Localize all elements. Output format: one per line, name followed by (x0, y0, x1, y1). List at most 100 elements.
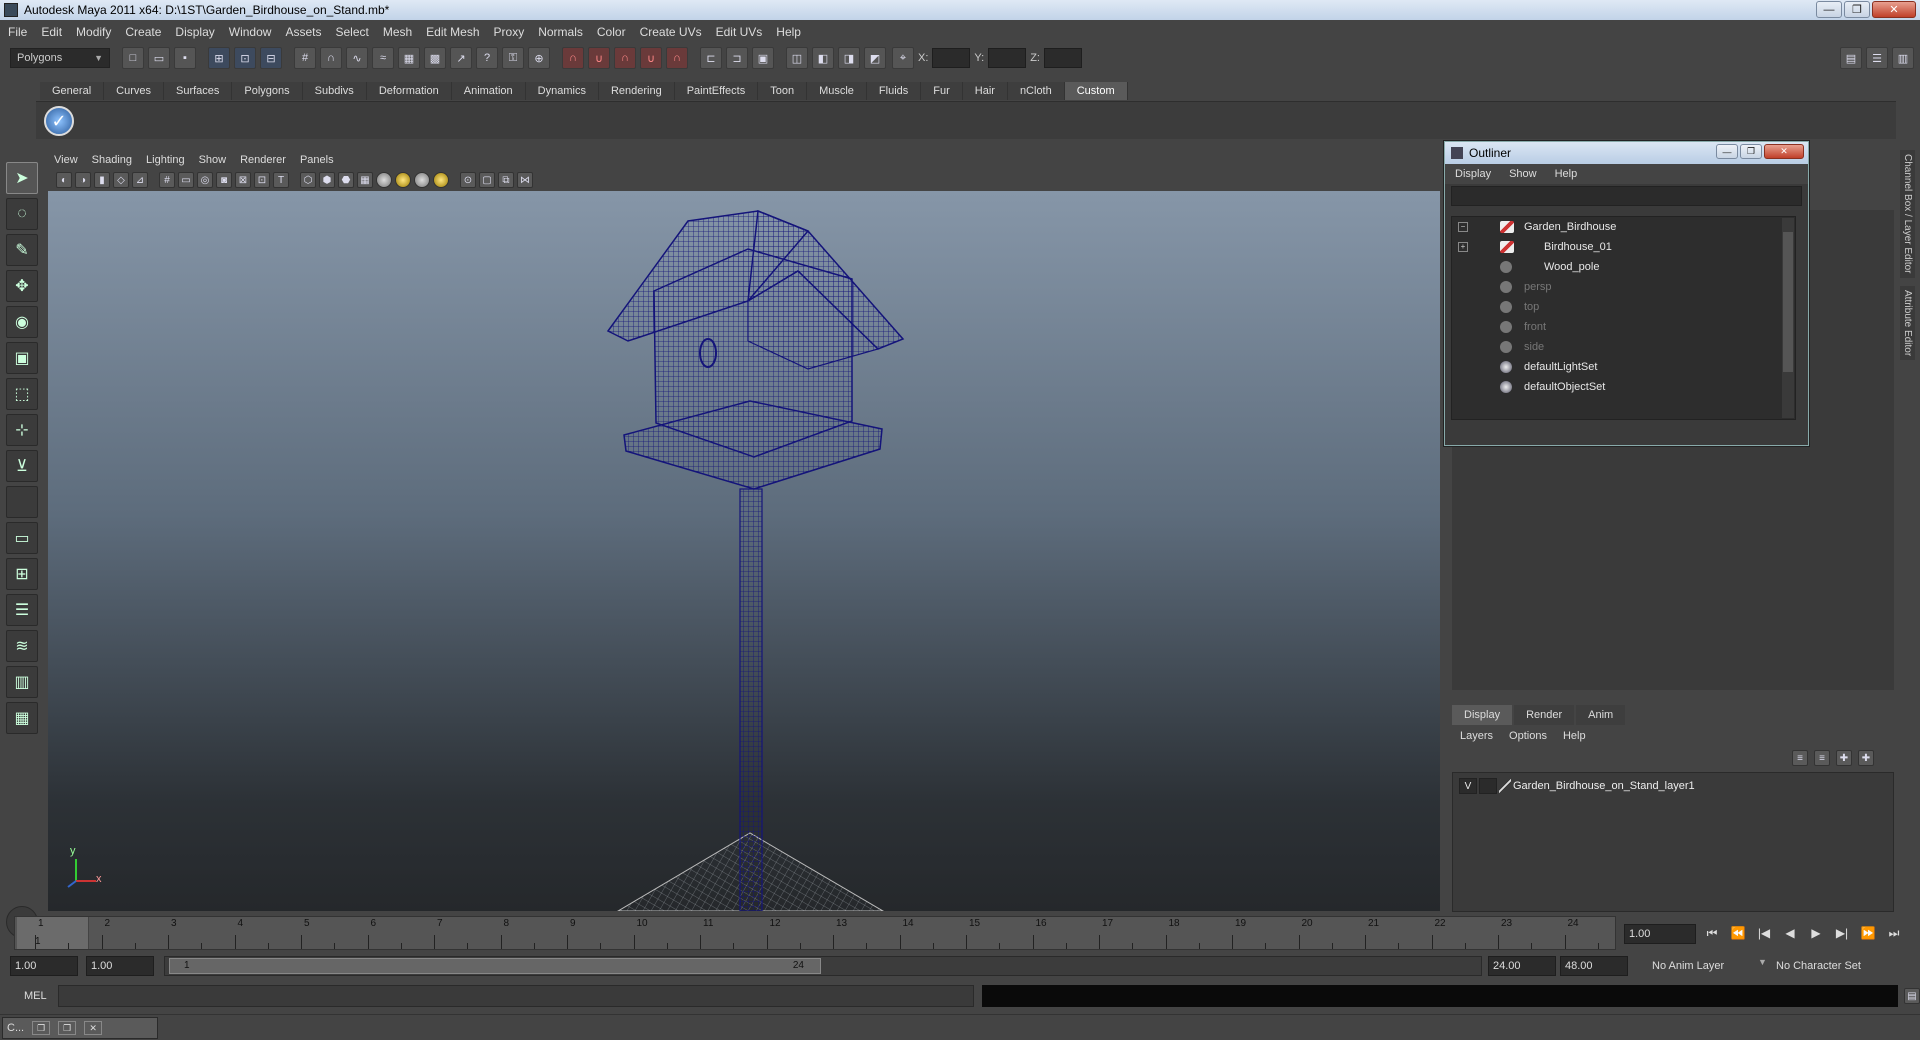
menu-display[interactable]: Display (175, 25, 214, 39)
time-slider[interactable]: 1 1 2 3 4 5 6 7 8 9 10 11 12 13 14 15 16 17 18 19 20 21 22 23 2… (14, 916, 1616, 950)
playback-end-field[interactable]: 24.00 (1488, 956, 1556, 976)
outliner-filter-input[interactable] (1451, 186, 1802, 206)
default-lighting-icon[interactable] (376, 172, 392, 188)
outliner-layout-icon[interactable]: ☰ (6, 594, 38, 626)
outliner-menu-display[interactable]: Display (1455, 168, 1491, 180)
snap-surface-icon[interactable]: ▦ (398, 47, 420, 69)
image-plane-icon[interactable]: ◇ (113, 172, 129, 188)
shelf-tab-painteffects[interactable]: PaintEffects (674, 82, 759, 100)
xray-icon[interactable]: ▢ (479, 172, 495, 188)
minimize-button[interactable]: — (1816, 1, 1842, 18)
layer-tab-display[interactable]: Display (1452, 705, 1513, 725)
snap-together-icon[interactable]: ∪ (588, 47, 610, 69)
collapse-icon[interactable]: − (1458, 222, 1468, 232)
menu-edit-mesh[interactable]: Edit Mesh (426, 25, 479, 39)
menu-modify[interactable]: Modify (76, 25, 111, 39)
last-tool-icon[interactable]: ⊻ (6, 450, 38, 482)
safe-title-icon[interactable]: T (273, 172, 289, 188)
maximize-button[interactable]: ❐ (1844, 1, 1870, 18)
menu-file[interactable]: File (8, 25, 27, 39)
shelf-tab-deformation[interactable]: Deformation (366, 82, 452, 100)
shelf-tab-general[interactable]: General (40, 82, 105, 100)
snap-grid-icon[interactable]: # (294, 47, 316, 69)
step-back-frame-icon[interactable]: |◀ (1752, 922, 1776, 944)
z-input[interactable] (1043, 48, 1082, 68)
outliner-vertical-scrollbar[interactable] (1782, 218, 1794, 418)
ipr-render-icon[interactable]: ◧ (812, 47, 834, 69)
outliner-minimize-button[interactable]: — (1716, 144, 1738, 159)
single-view-layout-icon[interactable]: ▭ (6, 522, 38, 554)
select-hierarchy-icon[interactable]: ⊞ (208, 47, 230, 69)
snap-vertex-icon[interactable]: ∩ (666, 47, 688, 69)
rotate-tool-icon[interactable]: ◉ (6, 306, 38, 338)
save-scene-icon[interactable]: ▪ (174, 47, 196, 69)
menu-edit-uvs[interactable]: Edit UVs (716, 25, 763, 39)
channel-box-icon[interactable]: ☰ (1866, 47, 1888, 69)
outliner-item[interactable]: top (1452, 297, 1795, 317)
new-scene-icon[interactable]: □ (122, 47, 144, 69)
backface-icon[interactable]: ⋈ (517, 172, 533, 188)
menu-assets[interactable]: Assets (285, 25, 321, 39)
wireframe-icon[interactable]: ⬡ (300, 172, 316, 188)
snap-align-icon[interactable]: ∩ (614, 47, 636, 69)
outliner-item[interactable]: persp (1452, 277, 1795, 297)
shelf-tab-dynamics[interactable]: Dynamics (525, 82, 599, 100)
input-ops-icon[interactable]: ⊕ (528, 47, 550, 69)
range-slider-track[interactable]: 1 24 (164, 956, 1482, 976)
play-backwards-icon[interactable]: ◀ (1778, 922, 1802, 944)
playback-start-field[interactable]: 1.00 (86, 956, 154, 976)
four-view-layout-icon[interactable]: ⊞ (6, 558, 38, 590)
shelf-tab-hair[interactable]: Hair (962, 82, 1008, 100)
shelf-tab-fur[interactable]: Fur (921, 82, 963, 100)
vp-menu-renderer[interactable]: Renderer (240, 154, 286, 166)
field-chart-icon[interactable]: ⊠ (235, 172, 251, 188)
character-set-dropdown[interactable]: No Character Set (1772, 956, 1882, 976)
x-input[interactable] (932, 48, 971, 68)
open-scene-icon[interactable]: ▭ (148, 47, 170, 69)
manipulator-icon[interactable]: ⬚ (6, 378, 38, 410)
vp-menu-lighting[interactable]: Lighting (146, 154, 185, 166)
camera-attr-icon[interactable]: ◑ (75, 172, 91, 188)
menu-normals[interactable]: Normals (538, 25, 583, 39)
animation-start-field[interactable]: 1.00 (10, 956, 78, 976)
chevron-down-icon[interactable]: ▼ (1758, 957, 1767, 967)
expand-icon[interactable]: + (1458, 242, 1468, 252)
new-layer-selected-icon[interactable]: ✚ (1858, 750, 1874, 766)
xray-joints-icon[interactable]: ⧉ (498, 172, 514, 188)
step-back-key-icon[interactable]: ⏪ (1726, 922, 1750, 944)
outliner-close-button[interactable]: ✕ (1764, 144, 1804, 159)
shelf-tab-animation[interactable]: Animation (451, 82, 526, 100)
vp-menu-view[interactable]: View (54, 154, 78, 166)
toggle-sidebar-icon[interactable]: ▤ (1840, 47, 1862, 69)
textured-icon[interactable]: ▦ (357, 172, 373, 188)
soft-mod-icon[interactable]: ⊹ (6, 414, 38, 446)
snap-plane-icon[interactable]: ≈ (372, 47, 394, 69)
outliner-item[interactable]: Wood_pole (1452, 257, 1795, 277)
y-input[interactable] (988, 48, 1027, 68)
shelf-tab-polygons[interactable]: Polygons (232, 82, 303, 100)
range-slider-thumb[interactable]: 1 24 (169, 958, 821, 974)
step-forward-frame-icon[interactable]: ▶| (1830, 922, 1854, 944)
shelf-tab-ncloth[interactable]: nCloth (1007, 82, 1065, 100)
checkmark-icon[interactable]: ✓ (44, 106, 74, 136)
side-tab-attribute-editor[interactable]: Attribute Editor (1900, 285, 1915, 360)
safe-action-icon[interactable]: ⊡ (254, 172, 270, 188)
resolution-gate-icon[interactable]: ◎ (197, 172, 213, 188)
side-tab-channel-box[interactable]: Channel Box / Layer Editor (1900, 150, 1915, 278)
shadows-icon[interactable] (414, 172, 430, 188)
tool-settings-icon[interactable]: ▥ (1892, 47, 1914, 69)
minimized-window[interactable]: C... ❐ ❐ ✕ (2, 1017, 158, 1039)
menu-create-uvs[interactable]: Create UVs (640, 25, 702, 39)
anim-layer-dropdown[interactable]: No Anim Layer (1648, 956, 1758, 976)
menu-color[interactable]: Color (597, 25, 626, 39)
outliner-item[interactable]: + Birdhouse_01 (1452, 237, 1795, 257)
menu-window[interactable]: Window (229, 25, 272, 39)
render-current-icon[interactable]: ▣ (752, 47, 774, 69)
mel-label[interactable]: MEL (0, 990, 58, 1002)
outliner-item[interactable]: front (1452, 317, 1795, 337)
menu-help[interactable]: Help (776, 25, 801, 39)
transform-field-icon[interactable]: ⌖ (892, 47, 914, 69)
shelf-tab-subdivs[interactable]: Subdivs (302, 82, 367, 100)
shelf-tab-surfaces[interactable]: Surfaces (163, 82, 233, 100)
move-tool-icon[interactable]: ✥ (6, 270, 38, 302)
